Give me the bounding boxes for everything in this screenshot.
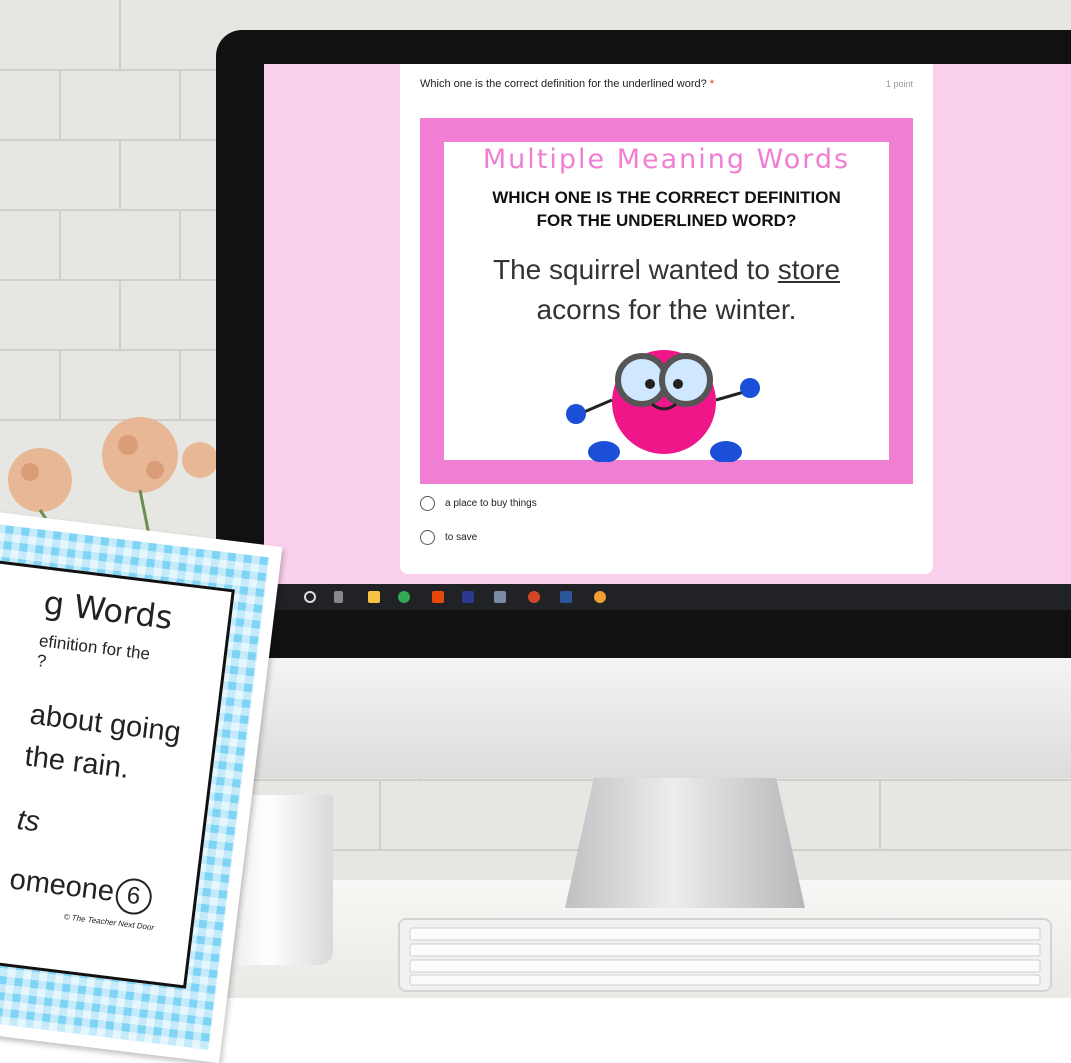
- required-marker: *: [709, 78, 715, 90]
- monitor-screen: Which one is the correct definition for …: [264, 64, 1071, 584]
- page-number-badge: 6: [113, 876, 154, 917]
- keyboard-keys: [409, 927, 1041, 986]
- word-icon[interactable]: [560, 591, 572, 603]
- sentence-line2: acorns for the winter.: [536, 294, 797, 325]
- app-icon[interactable]: [494, 591, 506, 603]
- task-card-subtitle: efinition for the: [38, 631, 152, 664]
- radio-button[interactable]: [420, 530, 435, 545]
- office-icon[interactable]: [432, 591, 444, 603]
- task-card-line-3: ts: [15, 803, 42, 839]
- underlined-word: store: [777, 254, 841, 285]
- card-inner: Multiple Meaning Words WHICH ONE IS THE …: [444, 142, 889, 462]
- cortana-icon[interactable]: [304, 591, 316, 603]
- sentence-part1: The squirrel wanted to: [492, 254, 778, 285]
- card-subtitle: WHICH ONE IS THE CORRECT DEFINITION FOR …: [444, 186, 889, 232]
- powerpoint-icon[interactable]: [528, 591, 540, 603]
- question-text: Which one is the correct definition for …: [420, 78, 714, 90]
- card-subtitle-line2: FOR THE UNDERLINED WORD?: [536, 211, 797, 230]
- card-title: Multiple Meaning Words: [482, 144, 851, 175]
- windows-taskbar: [264, 584, 1071, 610]
- radio-button[interactable]: [420, 496, 435, 511]
- plaid-border: g Words efinition for the ? about going …: [0, 518, 270, 1050]
- task-card-line-4-text: omeone: [7, 863, 116, 908]
- option-2-label: to save: [445, 532, 478, 544]
- task-card-title: g Words: [41, 583, 175, 638]
- file-explorer-icon[interactable]: [368, 591, 380, 603]
- paint-icon[interactable]: [594, 591, 606, 603]
- chrome-icon[interactable]: [398, 591, 410, 603]
- option-1-label: a place to buy things: [445, 498, 537, 510]
- google-form-question: Which one is the correct definition for …: [400, 64, 933, 574]
- question-image-card: Multiple Meaning Words WHICH ONE IS THE …: [420, 118, 913, 484]
- points-label: 1 point: [885, 79, 913, 89]
- task-view-icon[interactable]: [334, 591, 343, 603]
- task-card-line-1: about going: [28, 698, 183, 749]
- keyboard: [398, 918, 1052, 992]
- option-1[interactable]: a place to buy things: [420, 496, 537, 511]
- option-2[interactable]: to save: [420, 530, 477, 545]
- question-label: Which one is the correct definition for …: [420, 78, 707, 90]
- task-card-subtitle-2: ?: [35, 651, 48, 672]
- monitor-stand: [565, 778, 805, 908]
- task-card-content: g Words efinition for the ? about going …: [0, 558, 235, 989]
- acrobat-icon[interactable]: [462, 591, 474, 603]
- card-sentence: The squirrel wanted to store acorns for …: [444, 250, 889, 330]
- task-card-line-4: omeone 6: [7, 863, 154, 917]
- task-card-line-2: the rain.: [23, 740, 131, 785]
- character-illustration: [566, 350, 760, 462]
- card-subtitle-line1: WHICH ONE IS THE CORRECT DEFINITION: [492, 188, 841, 207]
- monitor-chin: [216, 658, 1071, 778]
